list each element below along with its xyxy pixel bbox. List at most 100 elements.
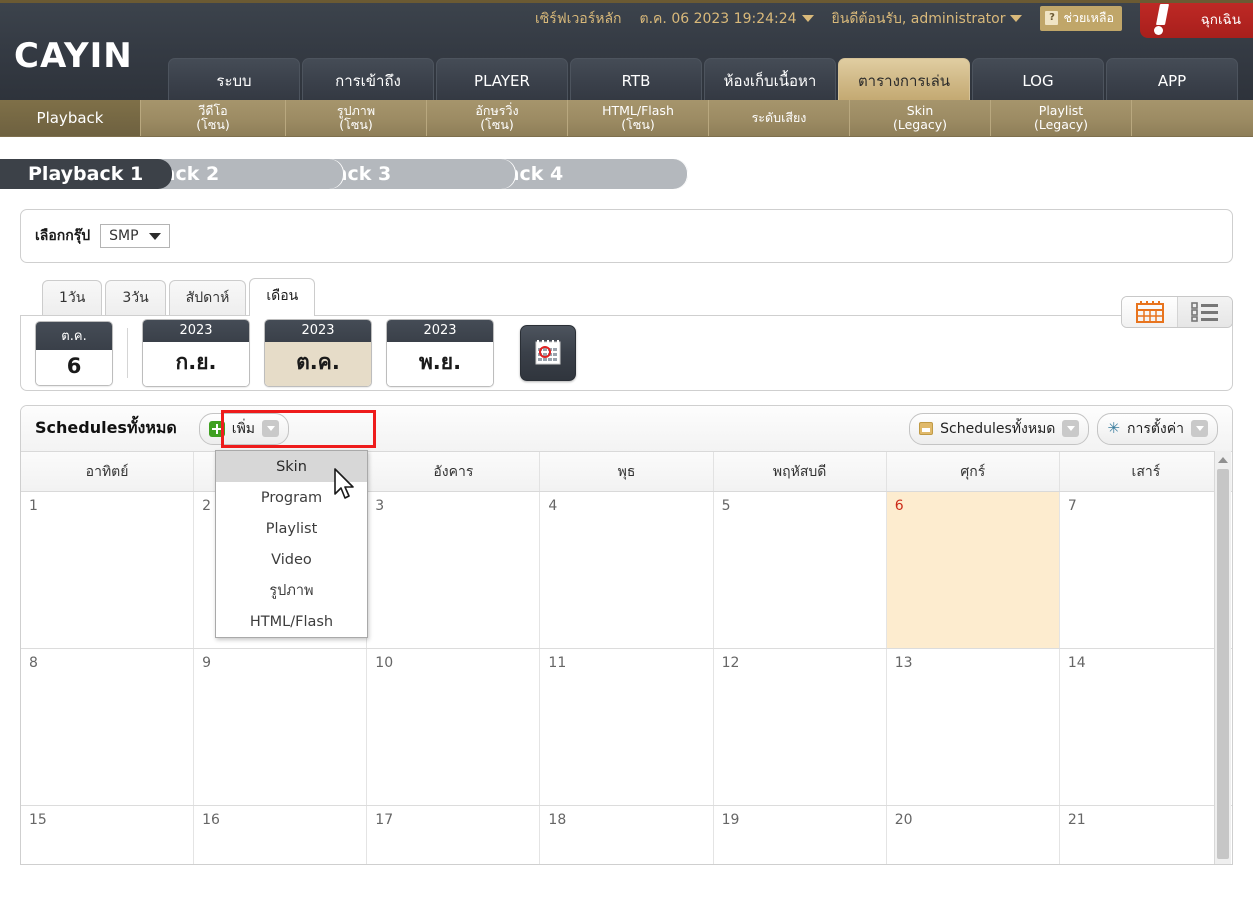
group-select-label: เลือกกรุ๊ป [35, 228, 91, 244]
day-number: 16 [202, 812, 220, 828]
subnav-item-volume[interactable]: ระดับเสียง [708, 100, 849, 136]
add-schedule-dropdown-menu: Skin Program Playlist Video รูปภาพ HTML/… [215, 450, 368, 638]
month-box-previous[interactable]: 2023 ก.ย. [142, 319, 250, 387]
calendar-cell[interactable]: 12 [713, 649, 887, 805]
calendar-cell[interactable]: 3 [367, 492, 541, 648]
calendar-cell[interactable]: 20 [886, 806, 1060, 864]
subnav-line2: (โซน) [480, 117, 514, 132]
subnav-item-ticker-zone[interactable]: อักษรวิ่ง (โซน) [426, 100, 567, 136]
calendar-cell[interactable]: 1 [21, 492, 195, 648]
day-number: 7 [1067, 498, 1077, 514]
calendar-cell[interactable]: 17 [367, 806, 541, 864]
calendar-cell[interactable]: 19 [713, 806, 887, 864]
calendar-cell[interactable]: 9 [194, 649, 368, 805]
subnav-item-playlist-legacy[interactable]: Playlist (Legacy) [990, 100, 1131, 136]
dropdown-item-image[interactable]: รูปภาพ [216, 575, 367, 606]
day-header-wednesday: พุธ [540, 452, 714, 491]
dropdown-item-html-flash[interactable]: HTML/Flash [216, 606, 367, 637]
schedules-toolbar: Schedulesทั้งหมด เพิ่ม Schedulesทั้งหมด … [21, 406, 1232, 451]
calendar-scrollbar[interactable] [1214, 451, 1231, 864]
list-view-button[interactable] [1177, 297, 1232, 327]
divider [127, 328, 128, 378]
day-number: 6 [894, 498, 904, 514]
datetime-display[interactable]: ต.ค. 06 2023 19:24:24 [640, 8, 814, 30]
subnav-item-video-zone[interactable]: วีดีโอ (โซน) [140, 100, 285, 136]
calendar-cell[interactable]: 18 [540, 806, 714, 864]
sub-navigation: Playback วีดีโอ (โซน) รูปภาพ (โซน) อักษร… [0, 100, 1253, 137]
calendar-cell[interactable]: 10 [367, 649, 541, 805]
datetime-text: ต.ค. 06 2023 19:24:24 [639, 10, 797, 27]
month-box-next[interactable]: 2023 พ.ย. [386, 319, 494, 387]
month-box-current[interactable]: 2023 ต.ค. [264, 319, 372, 387]
subnav-filler [1131, 100, 1253, 136]
filter-icon [919, 422, 934, 435]
month-year: 2023 [143, 320, 249, 342]
subnav-line1: Playlist [1038, 103, 1084, 118]
dropdown-item-video[interactable]: Video [216, 544, 367, 575]
calendar-icon [1135, 301, 1164, 323]
calendar-cell[interactable]: 21 [1059, 806, 1232, 864]
day-number: 8 [29, 655, 38, 671]
nav-tab-content[interactable]: ห้องเก็บเนื้อหา [704, 58, 836, 100]
nav-tab-rtb[interactable]: RTB [570, 58, 702, 100]
range-tab-week[interactable]: สัปดาห์ [168, 280, 247, 315]
calendar-cell[interactable]: 13 [886, 649, 1060, 805]
dropdown-item-playlist[interactable]: Playlist [216, 513, 367, 544]
gear-icon: ✳ [1107, 419, 1120, 437]
calendar-cell[interactable]: 14 [1059, 649, 1232, 805]
calendar-cell[interactable]: 4 [540, 492, 714, 648]
help-button[interactable]: ? ช่วยเหลือ [1040, 6, 1122, 31]
day-header-tuesday: อังคาร [367, 452, 541, 491]
top-header-bar: เซิร์ฟเวอร์หลัก ต.ค. 06 2023 19:24:24 ยิ… [0, 0, 1253, 100]
calendar-week-row: 1 2 3 4 5 6 7 [21, 492, 1232, 649]
emergency-button[interactable]: ฉุกเฉิน [1140, 3, 1253, 38]
playback-tab-1[interactable]: Playback 1 [0, 159, 172, 189]
subnav-item-skin-legacy[interactable]: Skin (Legacy) [849, 100, 990, 136]
chevron-down-icon [1191, 420, 1208, 437]
scroll-up-arrow-icon[interactable] [1215, 451, 1231, 468]
nav-tab-log[interactable]: LOG [972, 58, 1104, 100]
schedules-panel: Schedulesทั้งหมด เพิ่ม Schedulesทั้งหมด … [20, 405, 1233, 865]
calendar-cell[interactable]: 8 [21, 649, 195, 805]
schedules-title: Schedulesทั้งหมด [35, 418, 177, 437]
question-mark-icon: ? [1045, 11, 1059, 25]
nav-tab-schedule[interactable]: ตารางการเล่น [838, 58, 970, 100]
calendar-cell[interactable]: 5 [713, 492, 887, 648]
subnav-item-image-zone[interactable]: รูปภาพ (โซน) [285, 100, 426, 136]
group-select-dropdown[interactable]: SMP [100, 224, 170, 248]
subnav-line1: HTML/Flash [602, 103, 674, 118]
subnav-line1: Skin [906, 103, 934, 118]
calendar-cell[interactable]: 15 [21, 806, 195, 864]
subnav-line2: (Legacy) [1033, 117, 1089, 132]
calendar-cell[interactable]: 7 [1059, 492, 1232, 648]
day-number: 4 [548, 498, 558, 514]
subnav-item-html-flash-zone[interactable]: HTML/Flash (โซน) [567, 100, 708, 136]
date-picker-button[interactable] [520, 325, 576, 381]
calendar-view-button[interactable] [1122, 297, 1177, 327]
calendar-cell[interactable]: 11 [540, 649, 714, 805]
day-number: 15 [29, 812, 47, 828]
range-tab-month[interactable]: เดือน [249, 278, 316, 316]
day-header-thursday: พฤหัสบดี [714, 452, 887, 491]
calendar-cell[interactable]: 16 [194, 806, 368, 864]
day-number: 20 [894, 812, 913, 828]
server-label: เซิร์ฟเวอร์หลัก [534, 10, 622, 27]
schedules-filter-button[interactable]: Schedulesทั้งหมด [909, 412, 1090, 445]
nav-tab-access[interactable]: การเข้าถึง [302, 58, 434, 100]
calendar-cell-today[interactable]: 6 [886, 492, 1060, 648]
range-tab-3day[interactable]: 3วัน [105, 280, 166, 315]
mouse-cursor-icon [334, 468, 354, 499]
nav-tab-system[interactable]: ระบบ [168, 58, 300, 100]
nav-tab-app[interactable]: APP [1106, 58, 1238, 100]
day-number: 10 [375, 655, 394, 671]
settings-button[interactable]: ✳ การตั้งค่า [1097, 412, 1218, 445]
nav-tab-player[interactable]: PLAYER [436, 58, 568, 100]
calendar-picker-icon [535, 340, 561, 365]
month-year: 2023 [265, 320, 371, 342]
welcome-user[interactable]: ยินดีต้อนรับ, administrator [832, 8, 1023, 30]
scrollbar-thumb[interactable] [1217, 469, 1229, 859]
subnav-item-playback[interactable]: Playback [0, 100, 140, 136]
current-day-box[interactable]: ต.ค. 6 [35, 320, 113, 386]
range-tab-1day[interactable]: 1วัน [42, 280, 103, 315]
add-schedule-button[interactable]: เพิ่ม [198, 412, 290, 445]
